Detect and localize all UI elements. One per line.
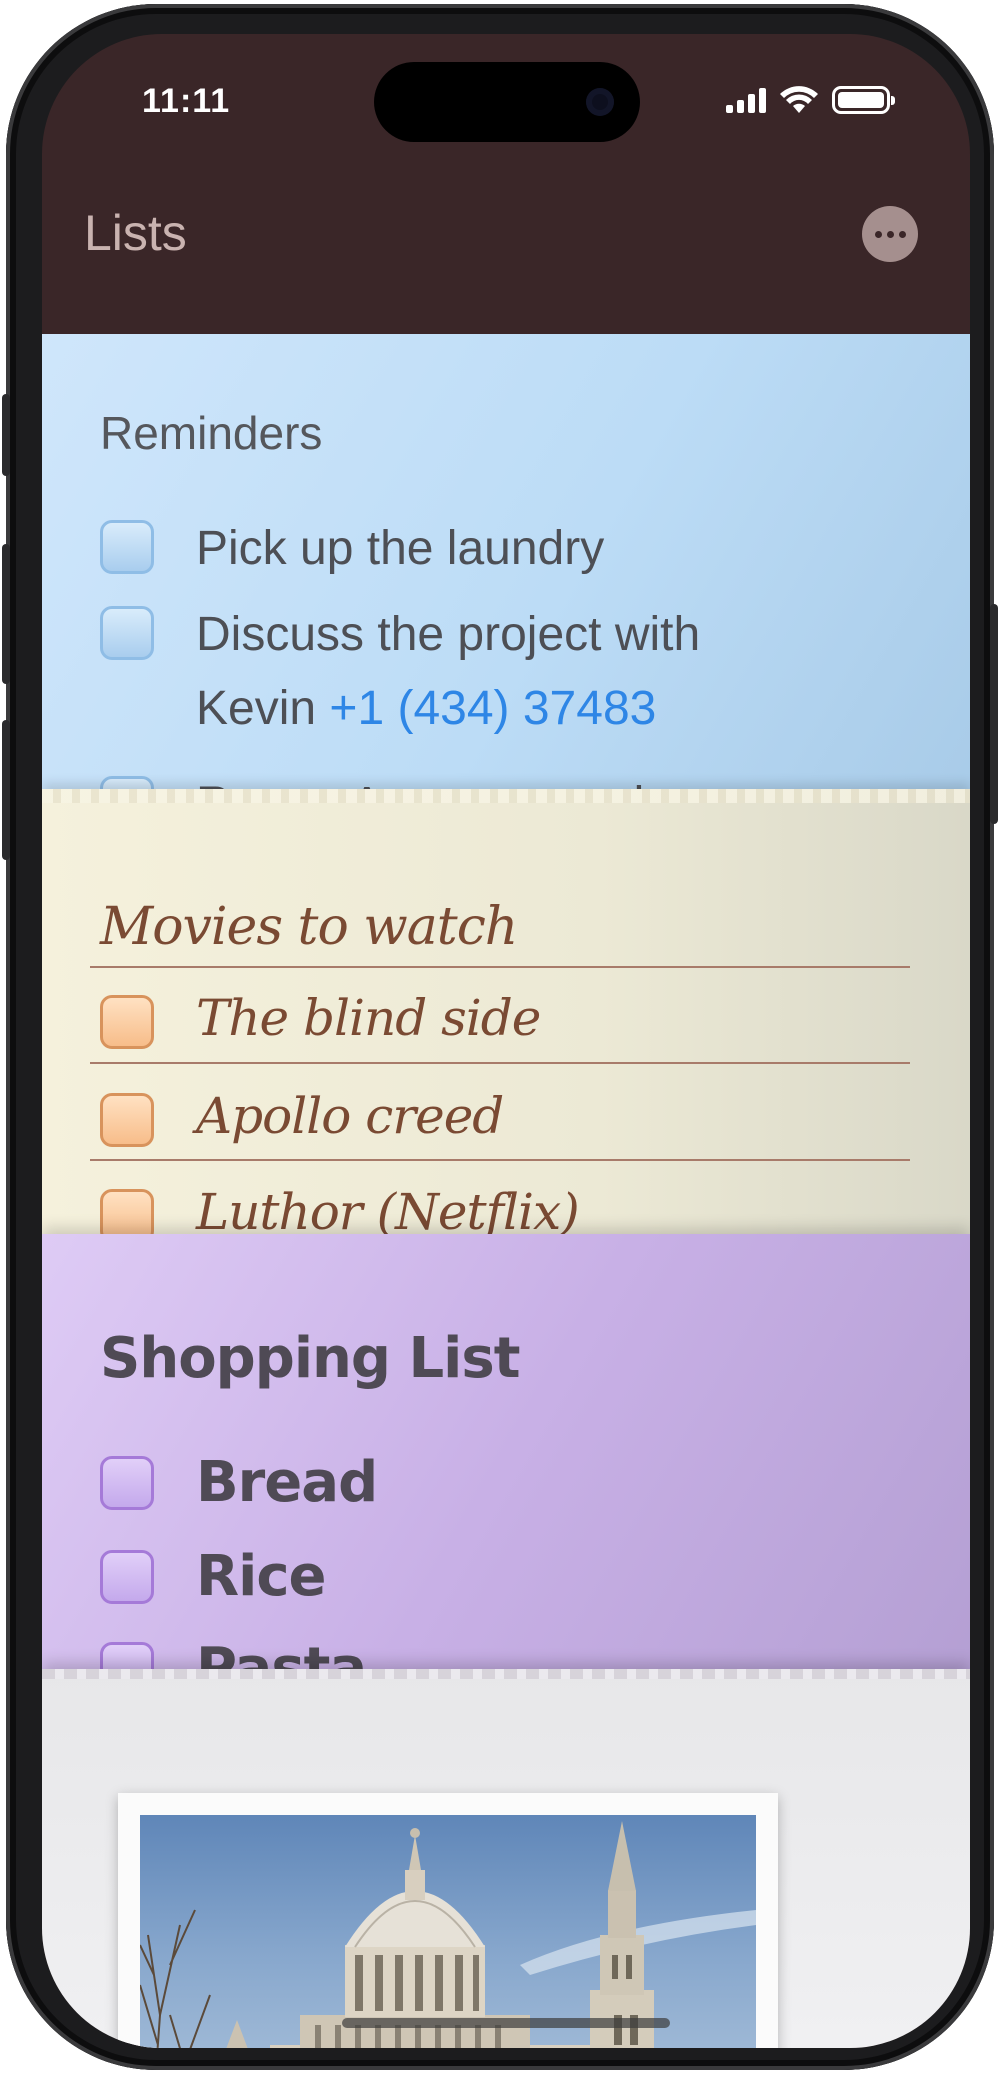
photo-image[interactable] [140,1815,756,2048]
phone-frame: 11:11 Lists Reminders Pick up the laundr… [2,4,998,2070]
screen: 11:11 Lists Reminders Pick up the laundr… [42,34,970,2048]
ellipsis-circle-icon[interactable] [862,206,918,262]
cathedral-photo [140,1821,756,2048]
checkbox[interactable] [100,1093,154,1147]
item-label: Rice [196,1544,326,1609]
list-item: Bread [100,1450,378,1515]
cellular-signal-icon [726,87,766,113]
status-icons [726,86,895,114]
status-bar: 11:11 [42,34,970,174]
side-button [990,604,998,824]
action-button [2,394,10,476]
item-label: Discuss the project with Kevin +1 (434) … [196,608,701,735]
volume-down-button [2,720,10,860]
volume-up-button [2,544,10,684]
item-label: Luthor (Netflix) [196,1183,580,1241]
movies-card[interactable]: Movies to watch The blind side Apollo cr… [42,789,970,1277]
wifi-icon [780,86,818,113]
list-item: The blind side [100,989,541,1049]
camera-icon [586,88,614,116]
checkbox[interactable] [100,1550,154,1604]
reminders-card[interactable]: Reminders Pick up the laundry Discuss th… [42,334,970,814]
shopping-title: Shopping List [100,1326,520,1391]
divider [90,1062,910,1064]
dynamic-island [374,62,640,142]
item-label: Bread [196,1450,378,1515]
polaroid-frame [118,1793,778,2048]
list-item: Discuss the project with Kevin +1 (434) … [100,606,700,746]
phone-link[interactable]: +1 (434) 37483 [329,682,656,735]
shopping-card[interactable]: Shopping List Bread Rice Pasta [42,1234,970,1694]
battery-icon [832,86,895,114]
checkbox[interactable] [100,520,154,574]
checkbox[interactable] [100,606,154,660]
checkbox[interactable] [100,995,154,1049]
status-time: 11:11 [142,82,231,120]
checkbox[interactable] [100,1456,154,1510]
home-indicator[interactable] [342,2018,670,2028]
item-label: Apollo creed [196,1087,504,1145]
divider [90,966,910,968]
photo-card[interactable] [42,1669,970,2048]
list-item: Apollo creed [100,1087,504,1147]
movies-title: Movies to watch [100,897,518,957]
item-label: Pick up the laundry [196,522,605,575]
item-label: The blind side [196,989,541,1047]
page-title: Lists [84,205,187,261]
reminders-title: Reminders [100,407,323,459]
list-item: Pick up the laundry [100,520,604,586]
divider [90,1159,910,1161]
list-item: Rice [100,1544,326,1609]
